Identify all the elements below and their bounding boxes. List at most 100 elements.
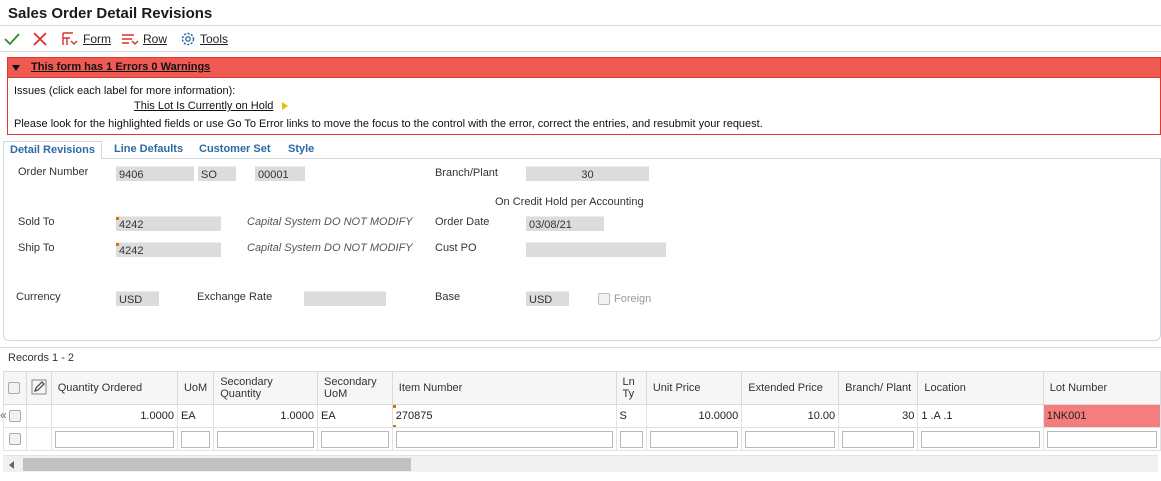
col-uom[interactable]: UoM (176, 371, 215, 405)
order-company-field[interactable]: 00001 (255, 166, 305, 181)
sold-to-field[interactable]: 4242 (116, 216, 221, 231)
exchange-rate-field[interactable] (304, 291, 386, 306)
foreign-label: Foreign (614, 293, 652, 305)
ok-button[interactable] (4, 30, 20, 48)
issues-label: Issues (click each label for more inform… (14, 85, 236, 97)
row-checkbox[interactable] (8, 433, 21, 446)
close-icon (33, 32, 47, 46)
cell-unit-price[interactable]: 10.0000 (645, 404, 743, 428)
col-unit-price[interactable]: Unit Price (645, 371, 743, 405)
row-menu-icon (122, 34, 139, 45)
branch-plant-field[interactable]: 30 (526, 166, 649, 181)
order-number-field[interactable]: 9406 (116, 166, 194, 181)
issue-link[interactable]: This Lot Is Currently on Hold (134, 100, 273, 112)
ship-to-field[interactable]: 4242 (116, 242, 221, 257)
order-date-field[interactable]: 03/08/21 (526, 216, 604, 231)
order-number-label: Order Number (18, 166, 89, 178)
error-panel-header[interactable]: This form has 1 Errors 0 Warnings (8, 58, 1160, 78)
row-select-cell[interactable] (3, 427, 27, 451)
cancel-button[interactable] (32, 30, 48, 48)
col-secondary-uom[interactable]: Secondary UoM (317, 371, 393, 405)
ship-to-name: Capital System DO NOT MODIFY (247, 242, 413, 254)
input-branch-plant[interactable] (838, 427, 919, 451)
cell-lot-number-error[interactable]: 1NK001 (1042, 404, 1161, 428)
col-extended-price[interactable]: Extended Price (741, 371, 840, 405)
sold-to-label: Sold To (18, 216, 55, 228)
order-date-label: Order Date (435, 216, 490, 228)
cell-extended-price[interactable]: 10.00 (741, 404, 840, 428)
input-lot-number[interactable] (1042, 427, 1161, 451)
order-type-field[interactable]: SO (198, 166, 236, 181)
input-uom[interactable] (176, 427, 215, 451)
error-panel: This form has 1 Errors 0 Warnings Issues… (7, 57, 1161, 135)
input-extended-price[interactable] (741, 427, 840, 451)
tab-detail-revisions[interactable]: Detail Revisions (3, 141, 102, 159)
page-title: Sales Order Detail Revisions (8, 5, 213, 22)
error-summary-link[interactable]: This form has 1 Errors 0 Warnings (31, 61, 210, 73)
cell-location[interactable]: 1 .A .1 (917, 404, 1044, 428)
input-secondary-quantity[interactable] (213, 427, 319, 451)
collapse-triangle-icon[interactable] (12, 65, 20, 71)
cust-po-field[interactable] (526, 242, 666, 257)
tools-menu-button[interactable]: Tools (180, 30, 228, 48)
row-checkbox[interactable] (8, 410, 21, 423)
branch-plant-label: Branch/Plant (435, 167, 498, 179)
input-unit-price[interactable] (645, 427, 743, 451)
col-branch-plant[interactable]: Branch/ Plant (838, 371, 919, 405)
detail-grid-panel: Records 1 - 2 Quantity Ordered UoM Secon… (0, 347, 1161, 481)
col-secondary-quantity[interactable]: Secondary Quantity (213, 371, 319, 405)
col-item-number[interactable]: Item Number (391, 371, 617, 405)
collapse-sidebar-icon[interactable]: « (0, 408, 7, 422)
base-label: Base (435, 291, 461, 303)
tools-menu-label: Tools (200, 32, 229, 46)
edit-icon (31, 379, 47, 394)
col-quantity-ordered[interactable]: Quantity Ordered (50, 371, 178, 405)
scroll-left-arrow-icon[interactable] (9, 461, 14, 469)
col-lot-number[interactable]: Lot Number (1042, 371, 1161, 405)
ship-to-value: 4242 (119, 245, 144, 257)
sold-to-value: 4242 (119, 219, 144, 231)
tab-style[interactable]: Style (288, 141, 314, 159)
form-menu-button[interactable]: Form (61, 30, 111, 48)
credit-hold-text: On Credit Hold per Accounting (495, 196, 644, 208)
row-menu-button[interactable]: Row (121, 30, 167, 48)
form-menu-icon (62, 32, 78, 45)
tab-bar: Detail Revisions Line Defaults Customer … (3, 141, 1161, 159)
detail-grid: Quantity Ordered UoM Secondary Quantity … (3, 371, 1161, 451)
required-marker (116, 217, 119, 220)
horizontal-scrollbar[interactable] (3, 455, 1158, 472)
input-item-number[interactable] (391, 427, 617, 451)
input-secondary-uom[interactable] (317, 427, 393, 451)
scrollbar-thumb[interactable] (23, 458, 411, 471)
sold-to-name: Capital System DO NOT MODIFY (247, 216, 413, 228)
tab-line-defaults[interactable]: Line Defaults (114, 141, 183, 159)
col-ln-ty[interactable]: Ln Ty (615, 371, 647, 405)
row-edit-cell (25, 427, 52, 451)
table-row[interactable]: 1.0000 EA 1.0000 EA 270875 S 10.0000 10.… (3, 404, 1161, 428)
cell-quantity-ordered[interactable]: 1.0000 (50, 404, 178, 428)
input-location[interactable] (917, 427, 1044, 451)
select-all-header[interactable] (3, 371, 27, 405)
table-row-new[interactable] (3, 427, 1161, 451)
base-currency-field[interactable]: USD (526, 291, 569, 306)
title-bar: Sales Order Detail Revisions (0, 0, 1161, 26)
input-quantity-ordered[interactable] (50, 427, 178, 451)
item-number-value: 270875 (395, 410, 433, 422)
cell-secondary-quantity[interactable]: 1.0000 (213, 404, 319, 428)
input-ln-ty[interactable] (615, 427, 647, 451)
cell-item-number[interactable]: 270875 (391, 404, 617, 428)
go-to-error-icon[interactable] (282, 102, 288, 110)
select-all-checkbox[interactable] (8, 382, 20, 395)
cell-secondary-uom[interactable]: EA (317, 404, 393, 428)
tab-customer-set[interactable]: Customer Set (199, 141, 271, 159)
cell-uom[interactable]: EA (176, 404, 215, 428)
currency-field[interactable]: USD (116, 291, 159, 306)
grid-header-row: Quantity Ordered UoM Secondary Quantity … (3, 371, 1161, 405)
toolbar: Form Row Tools (0, 26, 1161, 52)
col-location[interactable]: Location (917, 371, 1044, 405)
checkmark-icon (4, 33, 20, 46)
cell-branch-plant[interactable]: 30 (838, 404, 919, 428)
foreign-checkbox[interactable] (598, 293, 610, 305)
cell-ln-ty[interactable]: S (615, 404, 647, 428)
edit-column-header[interactable] (25, 371, 52, 405)
